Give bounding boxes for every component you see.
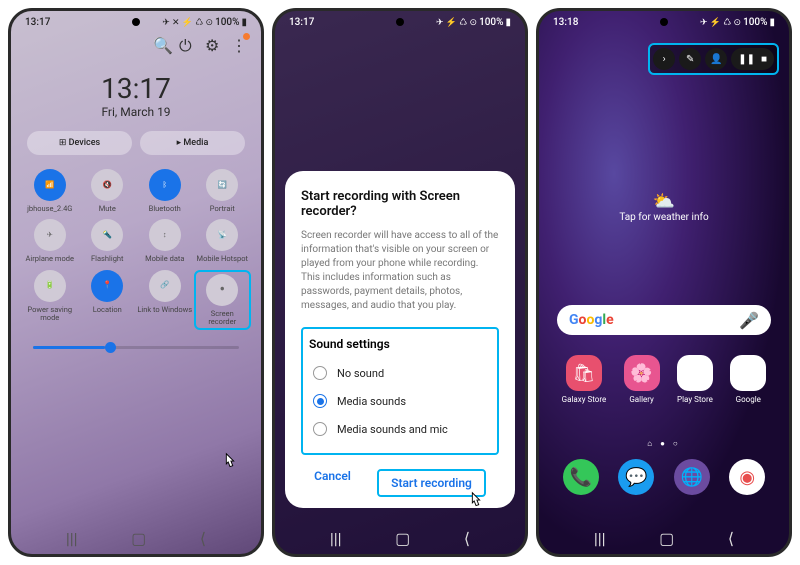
person-icon[interactable]: 👤: [705, 48, 727, 70]
app-play-store[interactable]: ▶Play Store: [677, 355, 713, 404]
status-right: ✈ ⚡ ♺ ⊙ 100% ▮: [700, 17, 775, 28]
app-gallery[interactable]: 🌸Gallery: [624, 355, 660, 404]
app-row: 🛍Galaxy Store 🌸Gallery ▶Play Store GGoogle: [539, 355, 789, 404]
tile-portrait[interactable]: 🔄Portrait: [194, 169, 252, 213]
tile-screen-recorder[interactable]: ⏺Screen recorder: [194, 270, 252, 331]
recents-button[interactable]: |||: [66, 529, 78, 548]
recorder-toolbar: › ✎ 👤 ❚❚ ■: [648, 43, 779, 75]
google-logo: Google: [569, 312, 614, 328]
phone-dialog: 13:17 ✈ ⚡ ♺ ⊙ 100% ▮ Start recording wit…: [272, 8, 528, 557]
tile-flashlight[interactable]: 🔦Flashlight: [79, 219, 137, 263]
internet-app[interactable]: 🌐: [674, 459, 710, 495]
cursor-icon: [465, 490, 487, 512]
tile-power-saving-mode[interactable]: 🔋Power saving mode: [21, 270, 79, 331]
page-indicator: ⌂ ● ○: [539, 439, 789, 448]
back-button[interactable]: ⟨: [464, 529, 470, 548]
back-button[interactable]: ⟨: [728, 529, 734, 548]
gear-icon[interactable]: ⚙: [205, 36, 219, 50]
recorder-dialog: Start recording with Screen recorder? Sc…: [285, 171, 515, 508]
radio-option[interactable]: Media sounds: [309, 387, 491, 415]
google-search[interactable]: Google 🎤: [557, 305, 771, 335]
devices-button[interactable]: ⊞ Devices: [27, 131, 132, 155]
tile-link-to-windows[interactable]: 🔗Link to Windows: [136, 270, 194, 331]
clock: 13:17 Fri, March 19: [11, 56, 261, 131]
dialog-title: Start recording with Screen recorder?: [301, 189, 499, 219]
dialog-body: Screen recorder will have access to all …: [301, 229, 499, 313]
status-time: 13:18: [553, 17, 578, 28]
camera-notch: [132, 18, 140, 26]
phone-app[interactable]: 📞: [563, 459, 599, 495]
sound-settings: Sound settings No soundMedia soundsMedia…: [301, 327, 499, 455]
back-button[interactable]: ⟨: [200, 529, 206, 548]
tile-mobile-hotspot[interactable]: 📡Mobile Hotspot: [194, 219, 252, 263]
weather-widget[interactable]: ⛅ Tap for weather info: [539, 191, 789, 223]
nav-bar: ||| ▢ ⟨: [275, 529, 525, 548]
qs-buttons: ⊞ Devices ▸ Media: [11, 131, 261, 169]
status-time: 13:17: [25, 17, 50, 28]
media-button[interactable]: ▸ Media: [140, 131, 245, 155]
app-galaxy-store[interactable]: 🛍Galaxy Store: [562, 355, 607, 404]
phone-home: 13:18 ✈ ⚡ ♺ ⊙ 100% ▮ › ✎ 👤 ❚❚ ■ ⛅ Tap for…: [536, 8, 792, 557]
camera-notch: [660, 18, 668, 26]
power-icon[interactable]: ⏻: [179, 36, 193, 50]
stop-icon: ■: [761, 54, 767, 65]
brightness-slider[interactable]: [33, 346, 239, 349]
home-button[interactable]: ▢: [395, 529, 410, 548]
app-google[interactable]: GGoogle: [730, 355, 766, 404]
clock-date: Fri, March 19: [11, 105, 261, 119]
nav-bar: ||| ▢ ⟨: [539, 529, 789, 548]
clock-time: 13:17: [11, 72, 261, 105]
tile-mobile-data[interactable]: ↕Mobile data: [136, 219, 194, 263]
tile-location[interactable]: 📍Location: [79, 270, 137, 331]
phone-quicksettings: 13:17 ✈ ✕ ⚡ ♺ ⊙ 100% ▮ 🔍 ⏻ ⚙ ⋮ 13:17 Fri…: [8, 8, 264, 557]
status-right: ✈ ✕ ⚡ ♺ ⊙ 100% ▮: [162, 17, 247, 28]
status-right: ✈ ⚡ ♺ ⊙ 100% ▮: [436, 17, 511, 28]
radio-option[interactable]: Media sounds and mic: [309, 415, 491, 443]
chevron-icon[interactable]: ›: [653, 48, 675, 70]
messages-app[interactable]: 💬: [618, 459, 654, 495]
pause-icon: ❚❚: [738, 54, 755, 65]
dock: 📞 💬 🌐 ◉: [539, 459, 789, 495]
tile-jbhouse-g[interactable]: 📶jbhouse_2.4G: [21, 169, 79, 213]
camera-notch: [396, 18, 404, 26]
pencil-icon[interactable]: ✎: [679, 48, 701, 70]
pause-stop-controls[interactable]: ❚❚ ■: [731, 48, 774, 70]
home-button[interactable]: ▢: [659, 529, 674, 548]
cursor-icon: [219, 451, 241, 473]
sound-title: Sound settings: [309, 337, 491, 351]
tile-bluetooth[interactable]: ᛒBluetooth: [136, 169, 194, 213]
radio-option[interactable]: No sound: [309, 359, 491, 387]
cancel-button[interactable]: Cancel: [314, 469, 351, 497]
qs-toolbar: 🔍 ⏻ ⚙ ⋮: [11, 30, 261, 56]
qs-tiles: 📶jbhouse_2.4G🔇MuteᛒBluetooth🔄Portrait ✈Ai…: [11, 169, 261, 330]
tile-mute[interactable]: 🔇Mute: [79, 169, 137, 213]
home-button[interactable]: ▢: [131, 529, 146, 548]
camera-app[interactable]: ◉: [729, 459, 765, 495]
status-time: 13:17: [289, 17, 314, 28]
search-icon[interactable]: 🔍: [153, 36, 167, 50]
mic-icon[interactable]: 🎤: [739, 311, 759, 330]
nav-bar: ||| ▢ ⟨: [11, 529, 261, 548]
recents-button[interactable]: |||: [330, 529, 342, 548]
recents-button[interactable]: |||: [594, 529, 606, 548]
notification-badge: [243, 33, 250, 40]
tile-airplane-mode[interactable]: ✈Airplane mode: [21, 219, 79, 263]
